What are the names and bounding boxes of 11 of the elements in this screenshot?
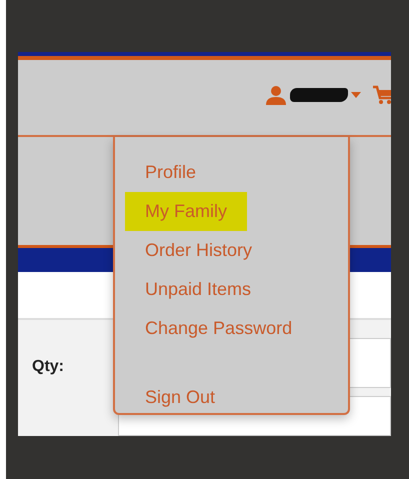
caret-icon	[351, 92, 361, 98]
menu-item[interactable]: Order History	[145, 231, 252, 270]
qty-label: Qty:	[31, 357, 65, 377]
menu-item[interactable]: Change Password	[145, 309, 292, 348]
menu-item[interactable]: My Family	[125, 192, 247, 231]
menu-item[interactable]: Profile	[145, 153, 196, 192]
user-icon	[265, 84, 287, 104]
user-menu-toggle[interactable]	[265, 84, 361, 104]
redaction-scribble	[290, 88, 348, 102]
cart-icon[interactable]	[373, 84, 391, 104]
menu-item[interactable]: Sign Out	[145, 378, 216, 417]
